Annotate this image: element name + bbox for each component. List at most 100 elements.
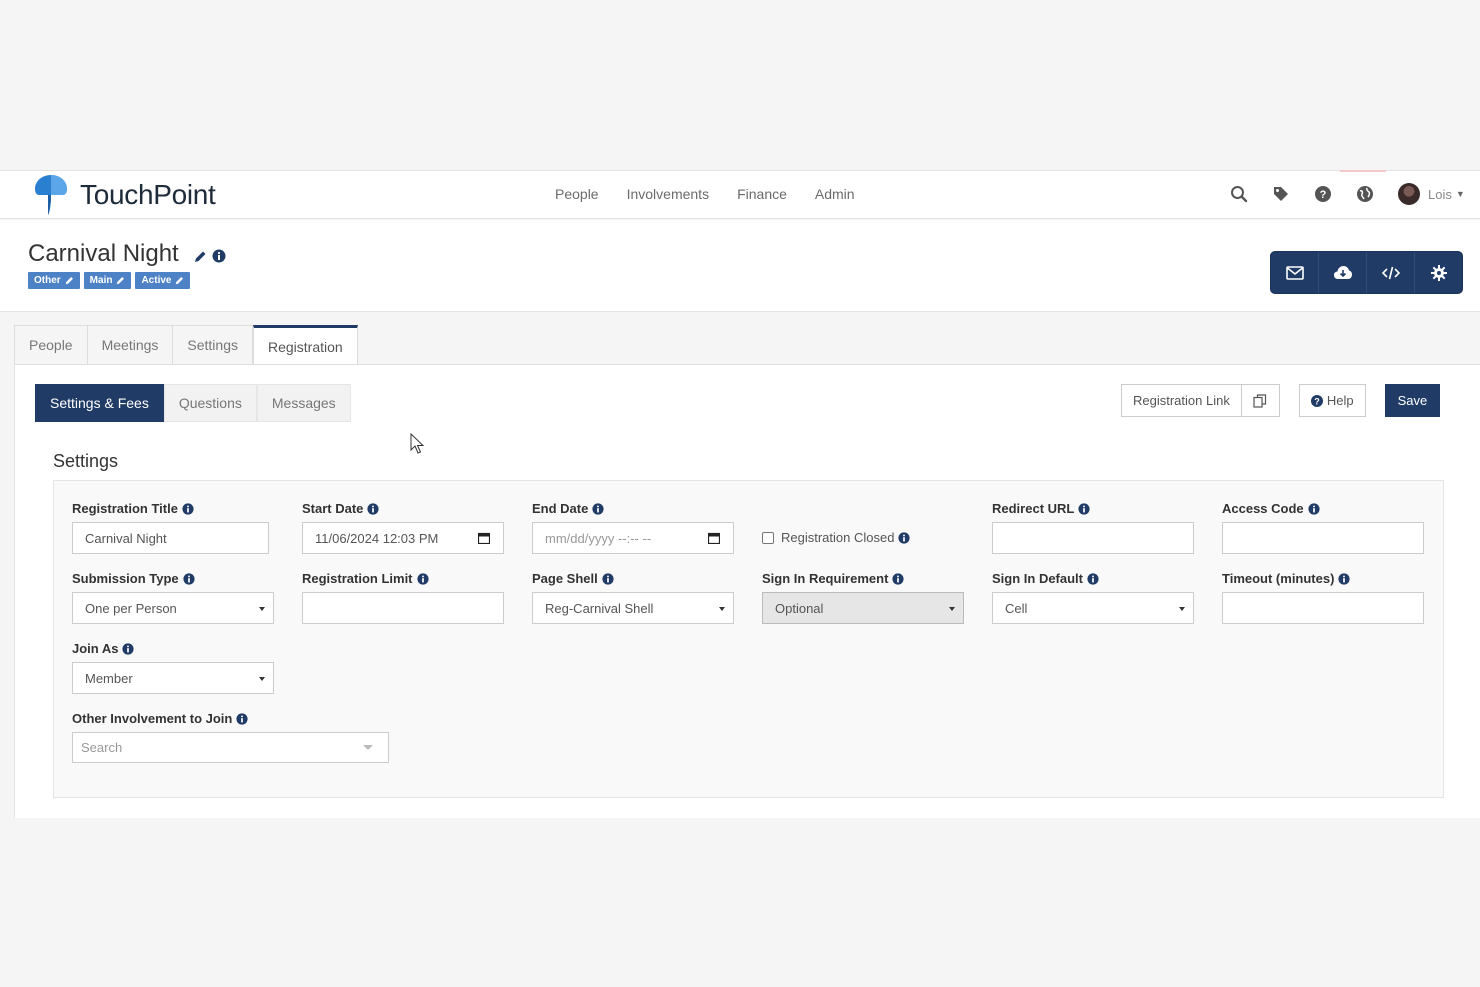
info-circle-icon[interactable] xyxy=(122,642,135,655)
email-button[interactable] xyxy=(1271,252,1319,293)
involvement-header: Carnival Night Other Main Active xyxy=(0,220,1480,312)
help-button[interactable]: ? Help xyxy=(1298,384,1366,417)
other-involvement-field: Other Involvement to Join Search xyxy=(72,711,389,763)
nav-link-admin[interactable]: Admin xyxy=(815,186,855,202)
embed-code-button[interactable] xyxy=(1367,252,1415,293)
join-as-field: Join As Member xyxy=(72,641,274,694)
info-circle-icon[interactable] xyxy=(1308,502,1320,515)
end-date-input[interactable]: mm/dd/yyyy --:-- -- xyxy=(532,522,734,554)
nav-link-involvements[interactable]: Involvements xyxy=(627,186,709,202)
info-circle-icon[interactable] xyxy=(602,572,614,585)
registration-link-button[interactable]: Registration Link xyxy=(1121,384,1242,417)
info-circle-icon[interactable] xyxy=(212,249,226,263)
submission-type-field: Submission Type One per Person xyxy=(72,571,274,624)
globe-icon[interactable] xyxy=(1354,183,1376,205)
registration-closed-field: Registration Closed xyxy=(762,530,911,545)
start-date-input[interactable]: 11/06/2024 12:03 PM xyxy=(302,522,504,554)
label-text: Registration Limit xyxy=(302,571,413,586)
access-code-input[interactable] xyxy=(1222,522,1424,554)
calendar-icon[interactable] xyxy=(708,532,720,544)
start-date-value: 11/06/2024 12:03 PM xyxy=(315,530,439,546)
select-value: Optional xyxy=(775,600,824,616)
select-value: Reg-Carnival Shell xyxy=(545,600,654,616)
badge-label: Active xyxy=(141,275,172,286)
select-value: Member xyxy=(85,670,133,686)
tab-registration[interactable]: Registration xyxy=(253,325,358,366)
info-circle-icon[interactable] xyxy=(892,572,904,585)
info-circle-icon[interactable] xyxy=(1338,572,1351,585)
info-circle-icon[interactable] xyxy=(1078,502,1090,515)
copy-icon xyxy=(1253,393,1267,408)
brand[interactable]: TouchPoint xyxy=(34,173,216,217)
registration-limit-input[interactable] xyxy=(302,592,504,624)
registration-closed-row: Registration Closed xyxy=(762,530,911,545)
nav-link-people[interactable]: People xyxy=(555,186,599,202)
sign-in-default-select[interactable]: Cell xyxy=(992,592,1194,624)
join-as-select[interactable]: Member xyxy=(72,662,274,694)
svg-text:?: ? xyxy=(1320,189,1327,201)
badge-main[interactable]: Main xyxy=(83,272,132,289)
label-text: Redirect URL xyxy=(992,501,1075,516)
search-icon[interactable] xyxy=(1228,183,1250,205)
badge-other[interactable]: Other xyxy=(28,272,80,289)
nav-icons: ? Lois ▼ xyxy=(1228,183,1465,205)
subtab-settings-fees[interactable]: Settings & Fees xyxy=(35,384,164,422)
question-circle-icon[interactable]: ? xyxy=(1312,183,1334,205)
field-label: Other Involvement to Join xyxy=(72,711,389,726)
access-code-field: Access Code xyxy=(1222,501,1424,554)
sign-in-requirement-select[interactable]: Optional xyxy=(762,592,964,624)
caret-down-icon: ▼ xyxy=(1455,189,1465,199)
tab-people[interactable]: People xyxy=(14,325,87,365)
sign-in-default-field: Sign In Default Cell xyxy=(992,571,1194,624)
page-shell-select[interactable]: Reg-Carnival Shell xyxy=(532,592,734,624)
info-circle-icon[interactable] xyxy=(1087,572,1099,585)
info-circle-icon[interactable] xyxy=(183,572,195,585)
field-label: Redirect URL xyxy=(992,501,1194,516)
info-circle-icon[interactable] xyxy=(367,502,379,515)
subtab-questions[interactable]: Questions xyxy=(163,384,257,422)
title-icons xyxy=(194,249,231,263)
field-label: Timeout (minutes) xyxy=(1222,571,1424,586)
registration-title-field: Registration Title Carnival Night xyxy=(72,501,269,554)
loading-indicator xyxy=(1340,170,1386,172)
registration-closed-checkbox[interactable] xyxy=(762,531,774,544)
envelope-icon xyxy=(1285,265,1304,280)
section-title: Settings xyxy=(53,451,119,471)
main-nav: People Involvements Finance Admin xyxy=(555,186,883,202)
subtab-messages[interactable]: Messages xyxy=(256,384,351,422)
select-value: Cell xyxy=(1005,600,1028,616)
calendar-icon[interactable] xyxy=(478,532,490,544)
pencil-icon[interactable] xyxy=(194,250,207,263)
label-text: Page Shell xyxy=(532,571,598,586)
user-menu[interactable]: Lois ▼ xyxy=(1398,183,1465,205)
redirect-url-field: Redirect URL xyxy=(992,501,1194,554)
cloud-download-icon xyxy=(1333,266,1352,279)
settings-button[interactable] xyxy=(1415,252,1462,293)
main-tabs: People Meetings Settings Registration xyxy=(14,325,358,366)
program-badges: Other Main Active xyxy=(28,272,194,289)
caret-down-icon xyxy=(949,607,955,611)
select-value: One per Person xyxy=(85,600,177,616)
tag-icon[interactable] xyxy=(1270,183,1292,205)
save-button[interactable]: Save xyxy=(1384,384,1441,417)
download-button[interactable] xyxy=(1319,252,1367,293)
nav-link-finance[interactable]: Finance xyxy=(737,186,787,202)
field-label: Registration Limit xyxy=(302,571,504,586)
timeout-input[interactable] xyxy=(1222,592,1424,624)
redirect-url-input[interactable] xyxy=(992,522,1194,554)
badge-active[interactable]: Active xyxy=(135,272,191,289)
end-date-field: End Date mm/dd/yyyy --:-- -- xyxy=(532,501,734,554)
submission-type-select[interactable]: One per Person xyxy=(72,592,274,624)
info-circle-icon[interactable] xyxy=(236,712,248,725)
tab-meetings[interactable]: Meetings xyxy=(86,325,173,365)
info-circle-icon[interactable] xyxy=(182,502,194,515)
copy-link-button[interactable] xyxy=(1241,384,1280,417)
info-circle-icon[interactable] xyxy=(416,572,429,585)
info-circle-icon[interactable] xyxy=(592,502,604,515)
registration-title-input[interactable]: Carnival Night xyxy=(72,522,269,554)
label-text: Submission Type xyxy=(72,571,179,586)
other-involvement-search[interactable]: Search xyxy=(72,732,389,763)
info-circle-icon[interactable] xyxy=(898,531,911,544)
code-icon xyxy=(1381,266,1400,279)
tab-settings[interactable]: Settings xyxy=(172,325,253,365)
